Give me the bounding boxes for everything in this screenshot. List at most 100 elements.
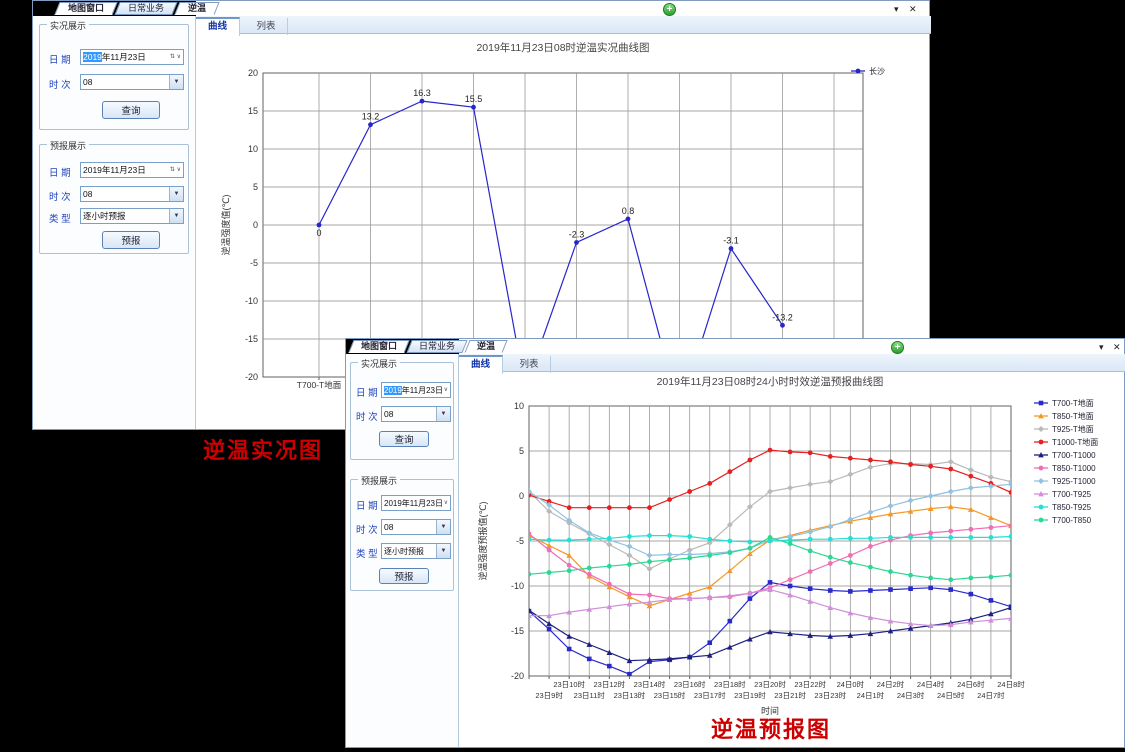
svg-text:15.5: 15.5 (465, 94, 483, 104)
desktop: 地图窗口 日常业务 逆温 + ▾ ✕ 实况展示 日 期 2019年11月23日 … (0, 0, 1125, 752)
svg-text:23日23时: 23日23时 (814, 690, 846, 700)
collapse-icon[interactable]: ▾ (894, 4, 899, 14)
svg-text:逆温强度值(℃): 逆温强度值(℃) (220, 194, 231, 255)
svg-text:-13.2: -13.2 (772, 312, 793, 322)
date-label: 日 期 (49, 165, 71, 179)
date-label: 日 期 (356, 498, 378, 512)
svg-text:23日11时: 23日11时 (574, 690, 606, 700)
group-title: 预报展示 (47, 139, 89, 152)
time-value: 08 (384, 522, 393, 532)
close-icon[interactable]: ✕ (909, 4, 917, 14)
time-label: 时 次 (356, 522, 378, 536)
tab-inversion[interactable]: 逆温 (467, 340, 505, 353)
add-button[interactable]: + (663, 3, 676, 16)
date-spinner-icon[interactable]: ∨ (444, 500, 448, 506)
dropdown-icon[interactable]: ▼ (436, 520, 450, 534)
svg-text:-2.3: -2.3 (569, 229, 585, 239)
svg-text:23日20时: 23日20时 (754, 679, 786, 689)
dropdown-icon[interactable]: ▼ (169, 209, 183, 223)
svg-text:23日9时: 23日9时 (535, 690, 563, 700)
svg-text:24日6时: 24日6时 (957, 679, 985, 689)
svg-text:10: 10 (248, 144, 258, 154)
dropdown-icon[interactable]: ▼ (436, 544, 450, 558)
dropdown-icon[interactable]: ▼ (169, 75, 183, 89)
viewtab-list[interactable]: 列表 (507, 356, 551, 373)
time-label: 时 次 (49, 77, 71, 91)
type-value: 逐小时预报 (83, 210, 126, 222)
fc-time-combo[interactable]: 08 ▼ (80, 186, 184, 202)
type-value: 逐小时预报 (384, 546, 424, 557)
type-label: 类 型 (356, 546, 378, 560)
live-time-combo[interactable]: 08 ▼ (381, 406, 451, 422)
tab-label: 日常业务 (409, 340, 465, 353)
svg-text:16.3: 16.3 (413, 88, 431, 98)
svg-text:T700-T地面: T700-T地面 (1052, 398, 1094, 408)
fc-type-combo[interactable]: 逐小时预报 ▼ (381, 543, 451, 559)
time-value: 08 (83, 189, 92, 199)
tab-daily-business[interactable]: 日常业务 (409, 340, 465, 353)
svg-text:T925-T1000: T925-T1000 (1052, 477, 1096, 486)
tab-map-window[interactable]: 地图窗口 (57, 2, 115, 15)
svg-text:T700-T地面: T700-T地面 (297, 380, 342, 390)
svg-text:T700-T925: T700-T925 (1052, 490, 1092, 499)
fc-type-combo[interactable]: 逐小时预报 ▼ (80, 208, 184, 224)
live-time-combo[interactable]: 08 ▼ (80, 74, 184, 90)
front-window: 地图窗口 日常业务 逆温 + ▾ ✕ 实况展示 日 期 2019年11月23日 … (345, 338, 1125, 748)
date-rest: 年11月23日 (402, 385, 443, 396)
close-icon[interactable]: ✕ (1113, 342, 1121, 352)
add-button[interactable]: + (891, 341, 904, 354)
forecast-display-group: 预报展示 日 期 2019年11月23日 ⇅ ∨ 时 次 08 ▼ 类 型 逐小… (39, 144, 189, 254)
svg-text:-3.1: -3.1 (723, 236, 739, 246)
svg-text:-5: -5 (250, 258, 258, 268)
query-button[interactable]: 查询 (379, 431, 429, 447)
time-label: 时 次 (49, 189, 71, 203)
svg-text:23日16时: 23日16时 (674, 679, 706, 689)
svg-text:23日13时: 23日13时 (614, 690, 646, 700)
live-date-field[interactable]: 2019年11月23日 ⇅ ∨ (80, 49, 184, 65)
svg-text:-15: -15 (511, 626, 524, 636)
dropdown-icon[interactable]: ▼ (169, 187, 183, 201)
fc-date-field[interactable]: 2019年11月23日 ⇅ ∨ (80, 162, 184, 178)
svg-text:-10: -10 (511, 581, 524, 591)
svg-text:24日3时: 24日3时 (897, 690, 925, 700)
fc-date-field[interactable]: 2019年11月23日 ∨ (381, 495, 451, 511)
svg-text:长沙: 长沙 (869, 66, 885, 76)
svg-text:20: 20 (248, 68, 258, 78)
svg-text:23日15时: 23日15时 (654, 690, 686, 700)
date-rest: 年11月23日 (102, 51, 146, 63)
date-spinner-icon[interactable]: ∨ (444, 387, 448, 393)
tab-label: 逆温 (177, 2, 217, 15)
collapse-icon[interactable]: ▾ (1099, 342, 1104, 352)
svg-text:24日5时: 24日5时 (937, 690, 965, 700)
svg-text:23日12时: 23日12时 (593, 679, 625, 689)
svg-text:15: 15 (248, 106, 258, 116)
svg-text:T700-T1000: T700-T1000 (1052, 451, 1096, 460)
svg-text:23日17时: 23日17时 (694, 690, 726, 700)
viewtab-curve[interactable]: 曲线 (459, 355, 503, 374)
tab-label: 日常业务 (117, 2, 175, 15)
date-spinner-icon[interactable]: ⇅ ∨ (170, 54, 181, 60)
fc-time-combo[interactable]: 08 ▼ (381, 519, 451, 535)
date-value: 2019年11月23日 (384, 498, 443, 509)
forecast-button[interactable]: 预报 (379, 568, 429, 584)
tab-daily-business[interactable]: 日常业务 (117, 2, 175, 15)
live-display-group: 实况展示 日 期 2019年11月23日 ⇅ ∨ 时 次 08 ▼ 查询 (39, 24, 189, 130)
date-label: 日 期 (356, 385, 378, 399)
svg-text:23日19时: 23日19时 (734, 690, 766, 700)
viewtab-list[interactable]: 列表 (244, 18, 288, 35)
type-label: 类 型 (49, 211, 71, 225)
svg-text:逆温强度预报值(℃): 逆温强度预报值(℃) (477, 501, 488, 580)
forecast-button[interactable]: 预报 (102, 231, 160, 249)
svg-text:24日8时: 24日8时 (997, 679, 1025, 689)
viewtab-curve[interactable]: 曲线 (196, 17, 240, 36)
svg-text:24日0时: 24日0时 (837, 679, 865, 689)
dropdown-icon[interactable]: ▼ (436, 407, 450, 421)
query-button[interactable]: 查询 (102, 101, 160, 119)
date-spinner-icon[interactable]: ⇅ ∨ (170, 167, 181, 173)
live-date-field[interactable]: 2019年11月23日 ∨ (381, 382, 451, 398)
svg-text:T850-T1000: T850-T1000 (1052, 464, 1096, 473)
tab-map-window[interactable]: 地图窗口 (351, 340, 407, 353)
back-control-panel: 实况展示 日 期 2019年11月23日 ⇅ ∨ 时 次 08 ▼ 查询 预报展… (33, 16, 196, 429)
svg-text:T1000-T地面: T1000-T地面 (1052, 437, 1098, 447)
tab-inversion[interactable]: 逆温 (177, 2, 217, 15)
